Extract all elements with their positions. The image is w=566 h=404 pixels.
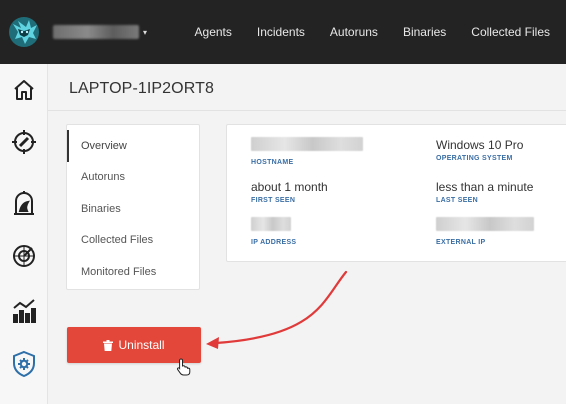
- chart-trend-icon[interactable]: [0, 291, 48, 331]
- menu-item-overview[interactable]: Overview: [67, 130, 199, 162]
- nav-agents[interactable]: Agents: [195, 25, 232, 39]
- uninstall-label: Uninstall: [118, 338, 165, 352]
- os-label: OPERATING SYSTEM: [436, 155, 513, 162]
- first-seen-field: about 1 month FIRST SEEN: [251, 179, 328, 204]
- menu-item-monitored-files[interactable]: Monitored Files: [67, 256, 199, 288]
- chevron-down-icon: ▾: [143, 27, 148, 37]
- ip-address-field: IP ADDRESS: [251, 217, 296, 246]
- hostname-value-redacted: [251, 137, 363, 151]
- radar-icon[interactable]: [0, 236, 48, 276]
- ip-address-value-redacted: [251, 217, 291, 231]
- page-title: LAPTOP-1IP2ORT8: [69, 80, 214, 97]
- first-seen-label: FIRST SEEN: [251, 197, 296, 204]
- menu-item-autoruns[interactable]: Autoruns: [67, 161, 199, 193]
- first-seen-value: about 1 month: [251, 180, 328, 194]
- last-seen-label: LAST SEEN: [436, 197, 478, 204]
- radar-crosshair-icon[interactable]: [0, 122, 48, 162]
- wolf-logo-icon[interactable]: [0, 0, 48, 64]
- trash-icon: [103, 339, 114, 351]
- os-value: Windows 10 Pro: [436, 138, 524, 152]
- external-ip-value-redacted: [436, 217, 534, 231]
- external-ip-field: EXTERNAL IP: [436, 217, 534, 246]
- nav-autoruns[interactable]: Autoruns: [330, 25, 378, 39]
- last-seen-field: less than a minute LAST SEEN: [436, 179, 533, 204]
- organization-select[interactable]: ▾: [53, 23, 149, 41]
- ip-address-label: IP ADDRESS: [251, 239, 297, 246]
- last-seen-value: less than a minute: [436, 180, 534, 194]
- icon-sidebar: [0, 64, 48, 404]
- menu-item-collected-files[interactable]: Collected Files: [67, 224, 199, 256]
- shield-gear-icon[interactable]: [0, 344, 48, 384]
- hostname-label: HOSTNAME: [251, 159, 294, 166]
- nav-incidents[interactable]: Incidents: [257, 25, 305, 39]
- top-navbar: ▾ Agents Incidents Autoruns Binaries Col…: [0, 0, 566, 64]
- birdcage-icon[interactable]: [0, 184, 48, 224]
- external-ip-label: EXTERNAL IP: [436, 239, 486, 246]
- nav-collected-files[interactable]: Collected Files: [471, 25, 550, 39]
- menu-item-binaries[interactable]: Binaries: [67, 193, 199, 225]
- home-icon[interactable]: [0, 70, 48, 110]
- divider: [48, 110, 566, 111]
- nav-binaries[interactable]: Binaries: [403, 25, 446, 39]
- agent-info-card: HOSTNAME Windows 10 Pro OPERATING SYSTEM…: [226, 124, 566, 262]
- organization-name-redacted: [53, 25, 139, 39]
- hostname-field: HOSTNAME: [251, 137, 363, 166]
- os-field: Windows 10 Pro OPERATING SYSTEM: [436, 137, 523, 162]
- main-nav: Agents Incidents Autoruns Binaries Colle…: [195, 0, 566, 64]
- agent-side-menu: Overview Autoruns Binaries Collected Fil…: [66, 124, 200, 290]
- hand-cursor-icon: [176, 358, 191, 376]
